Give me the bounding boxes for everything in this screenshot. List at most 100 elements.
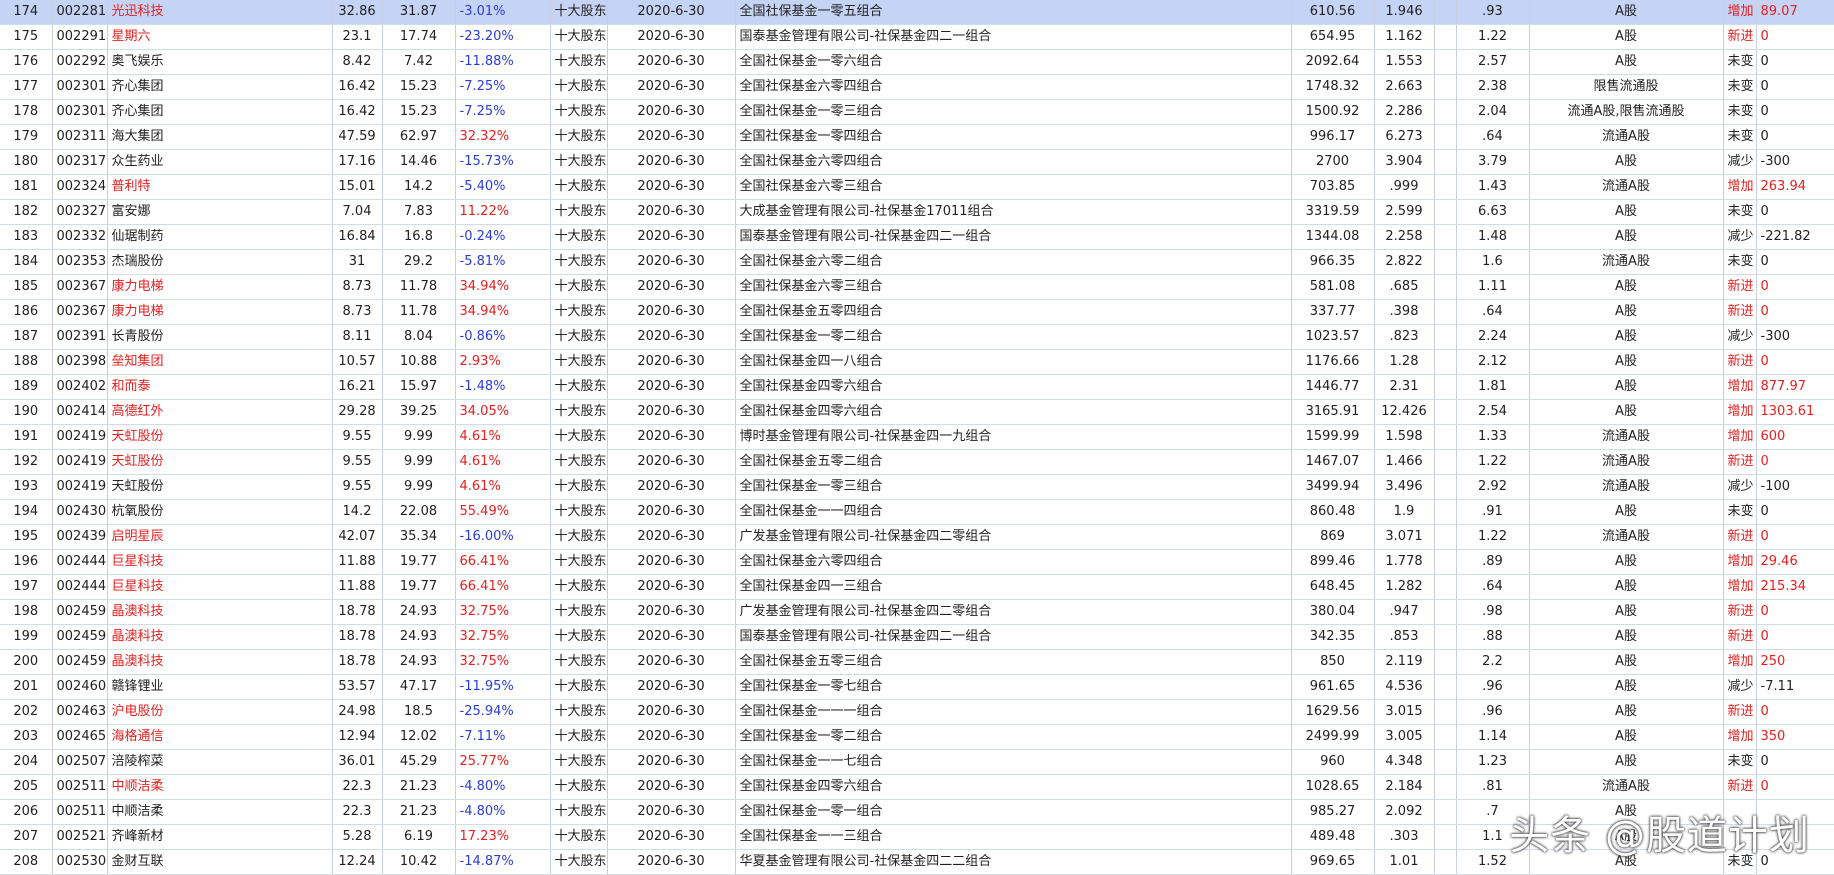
table-row[interactable]: 198 002459 晶澳科技 18.78 24.93 32.75% 十大股东 2020-6-… bbox=[0, 599, 1834, 625]
price-change: -15.73% bbox=[455, 149, 551, 175]
price-change: -4.80% bbox=[455, 774, 551, 800]
price-change: -7.11% bbox=[455, 724, 551, 750]
table-row[interactable]: 180 002317 众生药业 17.16 14.46 -15.73% 十大股东 2020-6… bbox=[0, 149, 1834, 175]
stock-name: 沪电股份 bbox=[107, 699, 333, 725]
table-row[interactable]: 192 002419 天虹股份 9.55 9.99 4.61% 十大股东 2020-6-30 全… bbox=[0, 449, 1834, 475]
holding-amount: 1599.99 bbox=[1291, 424, 1375, 450]
table-row[interactable]: 176 002292 奥飞娱乐 8.42 7.42 -11.88% 十大股东 2020-6-3… bbox=[0, 49, 1834, 75]
holder-name: 全国社保基金五零二组合 bbox=[735, 449, 1292, 475]
stock-name: 海格通信 bbox=[107, 724, 333, 750]
report-date: 2020-6-30 bbox=[607, 599, 736, 625]
table-row[interactable]: 177 002301 齐心集团 16.42 15.23 -7.25% 十大股东 2020-6-… bbox=[0, 74, 1834, 100]
holding-ratio: 2.119 bbox=[1374, 649, 1435, 675]
table-row[interactable]: 201 002460 赣锋锂业 53.57 47.17 -11.95% 十大股东 2020-6… bbox=[0, 674, 1834, 700]
table-row[interactable]: 199 002459 晶澳科技 18.78 24.93 32.75% 十大股东 2020-6-… bbox=[0, 624, 1834, 650]
price-end: 6.19 bbox=[382, 824, 456, 850]
holder-type: 十大股东 bbox=[550, 749, 608, 775]
table-row[interactable]: 174 002281 光迅科技 32.86 31.87 -3.01% 十大股东 2020-6-… bbox=[0, 0, 1834, 25]
price-end: 19.77 bbox=[382, 574, 456, 600]
holding-ratio: 1.9 bbox=[1374, 499, 1435, 525]
price-change: 4.61% bbox=[455, 424, 551, 450]
stock-code: 002419 bbox=[52, 474, 108, 500]
holder-type: 十大股东 bbox=[550, 274, 608, 300]
change-amount: -300 bbox=[1756, 324, 1834, 350]
holding-ratio: 3.015 bbox=[1374, 699, 1435, 725]
change-amount: 877.97 bbox=[1756, 374, 1834, 400]
table-row[interactable]: 189 002402 和而泰 16.21 15.97 -1.48% 十大股东 2020-6-3… bbox=[0, 374, 1834, 400]
price-change: 4.61% bbox=[455, 449, 551, 475]
table-row[interactable]: 183 002332 仙琚制药 16.84 16.8 -0.24% 十大股东 2020-6-3… bbox=[0, 224, 1834, 250]
table-row[interactable]: 184 002353 杰瑞股份 31 29.2 -5.81% 十大股东 2020-6-30 全国… bbox=[0, 249, 1834, 275]
holding-ratio: 1.598 bbox=[1374, 424, 1435, 450]
price-end: 12.02 bbox=[382, 724, 456, 750]
holding-amount: 2499.99 bbox=[1291, 724, 1375, 750]
table-body: 174 002281 光迅科技 32.86 31.87 -3.01% 十大股东 2020-6-… bbox=[0, 0, 1834, 875]
table-row[interactable]: 204 002507 涪陵榨菜 36.01 45.29 25.77% 十大股东 2020-6-… bbox=[0, 749, 1834, 775]
table-row[interactable]: 203 002465 海格通信 12.94 12.02 -7.11% 十大股东 2020-6-… bbox=[0, 724, 1834, 750]
stock-name: 富安娜 bbox=[107, 199, 333, 225]
float-ratio: 1.43 bbox=[1456, 174, 1530, 200]
float-ratio: .96 bbox=[1456, 674, 1530, 700]
table-row[interactable]: 193 002419 天虹股份 9.55 9.99 4.61% 十大股东 2020-6-30 全… bbox=[0, 474, 1834, 500]
table-row[interactable]: 175 002291 星期六 23.1 17.74 -23.20% 十大股东 2020-6-3… bbox=[0, 24, 1834, 50]
holding-amount: 2700 bbox=[1291, 149, 1375, 175]
report-date: 2020-6-30 bbox=[607, 24, 736, 50]
table-row[interactable]: 181 002324 普利特 15.01 14.2 -5.40% 十大股东 2020-6-30… bbox=[0, 174, 1834, 200]
table-row[interactable]: 179 002311 海大集团 47.59 62.97 32.32% 十大股东 2020-6-… bbox=[0, 124, 1834, 150]
holder-name: 全国社保基金一零五组合 bbox=[735, 0, 1292, 25]
stock-code: 002391 bbox=[52, 324, 108, 350]
share-type: A股 bbox=[1529, 374, 1724, 400]
holding-ratio: 2.31 bbox=[1374, 374, 1435, 400]
stock-code: 002367 bbox=[52, 299, 108, 325]
table-row[interactable]: 197 002444 巨星科技 11.88 19.77 66.41% 十大股东 2020-6-… bbox=[0, 574, 1834, 600]
price-end: 45.29 bbox=[382, 749, 456, 775]
price-end: 17.74 bbox=[382, 24, 456, 50]
table-row[interactable]: 187 002391 长青股份 8.11 8.04 -0.86% 十大股东 2020-6-30… bbox=[0, 324, 1834, 350]
row-index: 175 bbox=[0, 24, 53, 50]
table-row[interactable]: 202 002463 沪电股份 24.98 18.5 -25.94% 十大股东 2020-6-… bbox=[0, 699, 1834, 725]
row-index: 183 bbox=[0, 224, 53, 250]
row-index: 207 bbox=[0, 824, 53, 850]
price-end: 35.34 bbox=[382, 524, 456, 550]
table-row[interactable]: 191 002419 天虹股份 9.55 9.99 4.61% 十大股东 2020-6-30 博… bbox=[0, 424, 1834, 450]
table-row[interactable]: 205 002511 中顺洁柔 22.3 21.23 -4.80% 十大股东 2020-6-3… bbox=[0, 774, 1834, 800]
stock-code: 002281 bbox=[52, 0, 108, 25]
stock-code: 002444 bbox=[52, 549, 108, 575]
table-row[interactable]: 186 002367 康力电梯 8.73 11.78 34.94% 十大股东 2020-6-3… bbox=[0, 299, 1834, 325]
holding-amount: 654.95 bbox=[1291, 24, 1375, 50]
holder-name: 全国社保基金四零六组合 bbox=[735, 774, 1292, 800]
stock-code: 002511 bbox=[52, 799, 108, 825]
row-index: 182 bbox=[0, 199, 53, 225]
table-row[interactable]: 182 002327 富安娜 7.04 7.83 11.22% 十大股东 2020-6-30 大… bbox=[0, 199, 1834, 225]
holder-name: 全国社保基金六零四组合 bbox=[735, 549, 1292, 575]
table-row[interactable]: 195 002439 启明星辰 42.07 35.34 -16.00% 十大股东 2020-6… bbox=[0, 524, 1834, 550]
float-ratio: 3.79 bbox=[1456, 149, 1530, 175]
change-status: 未变 bbox=[1723, 499, 1757, 525]
share-type: 流通A股 bbox=[1529, 474, 1724, 500]
change-amount: 89.07 bbox=[1756, 0, 1834, 25]
stock-code: 002301 bbox=[52, 99, 108, 125]
spacer-cell bbox=[1434, 724, 1457, 750]
row-index: 199 bbox=[0, 624, 53, 650]
change-amount: -100 bbox=[1756, 474, 1834, 500]
holding-ratio: .999 bbox=[1374, 174, 1435, 200]
holding-amount: 1467.07 bbox=[1291, 449, 1375, 475]
table-row[interactable]: 194 002430 杭氧股份 14.2 22.08 55.49% 十大股东 2020-6-3… bbox=[0, 499, 1834, 525]
holder-type: 十大股东 bbox=[550, 674, 608, 700]
holder-name: 全国社保基金一一三组合 bbox=[735, 824, 1292, 850]
report-date: 2020-6-30 bbox=[607, 199, 736, 225]
table-row[interactable]: 190 002414 高德红外 29.28 39.25 34.05% 十大股东 2020-6-… bbox=[0, 399, 1834, 425]
stock-name: 齐峰新材 bbox=[107, 824, 333, 850]
table-row[interactable]: 185 002367 康力电梯 8.73 11.78 34.94% 十大股东 2020-6-3… bbox=[0, 274, 1834, 300]
price-change: 55.49% bbox=[455, 499, 551, 525]
table-row[interactable]: 200 002459 晶澳科技 18.78 24.93 32.75% 十大股东 2020-6-… bbox=[0, 649, 1834, 675]
price-end: 39.25 bbox=[382, 399, 456, 425]
holder-name: 全国社保基金四零六组合 bbox=[735, 374, 1292, 400]
table-row[interactable]: 188 002398 垒知集团 10.57 10.88 2.93% 十大股东 2020-6-3… bbox=[0, 349, 1834, 375]
holding-ratio: 2.286 bbox=[1374, 99, 1435, 125]
table-row[interactable]: 178 002301 齐心集团 16.42 15.23 -7.25% 十大股东 2020-6-… bbox=[0, 99, 1834, 125]
table-row[interactable]: 196 002444 巨星科技 11.88 19.77 66.41% 十大股东 2020-6-… bbox=[0, 549, 1834, 575]
holder-type: 十大股东 bbox=[550, 774, 608, 800]
stock-name: 齐心集团 bbox=[107, 99, 333, 125]
change-status: 新进 bbox=[1723, 274, 1757, 300]
